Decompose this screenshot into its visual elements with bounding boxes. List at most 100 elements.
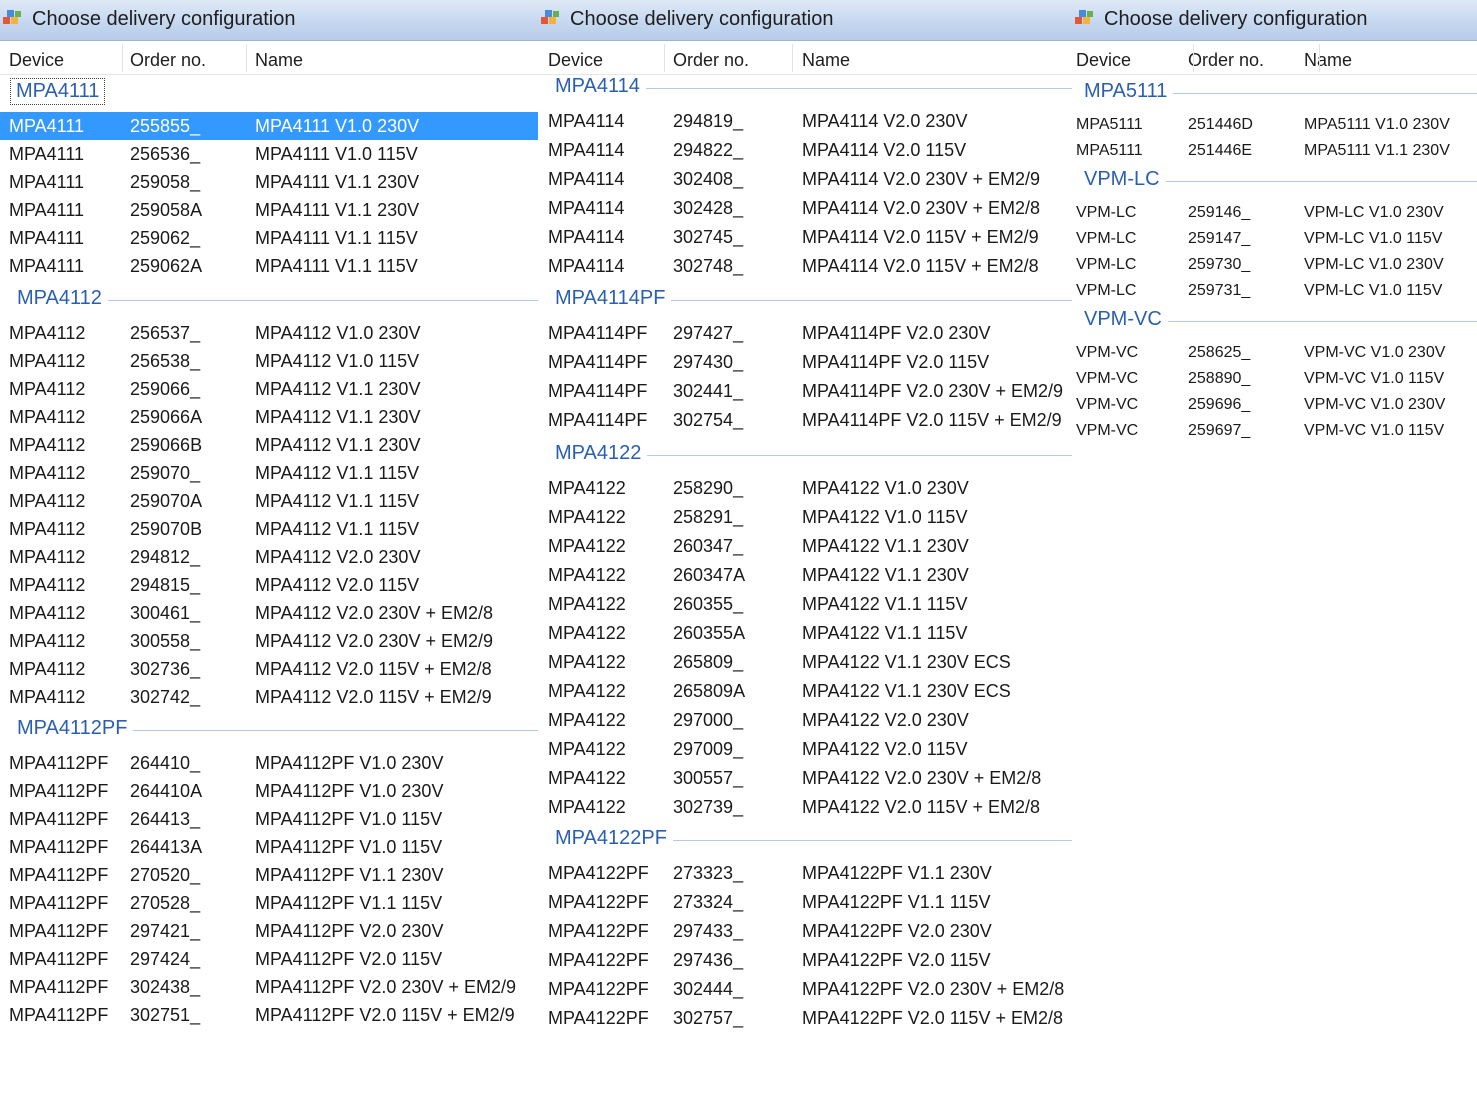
column-header-order-no[interactable]: Order no. bbox=[130, 50, 206, 71]
list-item[interactable]: MPA4114 302428_ MPA4114 V2.0 230V + EM2/8 bbox=[538, 194, 1072, 223]
list-item[interactable]: MPA4112PF 264410A MPA4112PF V1.0 230V bbox=[0, 777, 538, 805]
list-item[interactable]: VPM-VC 259696_ VPM-VC V1.0 230V bbox=[1072, 392, 1477, 418]
list-item[interactable]: MPA4111 256536_ MPA4111 V1.0 115V bbox=[0, 140, 538, 168]
list-item[interactable]: MPA4111 259058_ MPA4111 V1.1 230V bbox=[0, 168, 538, 196]
column-header-device[interactable]: Device bbox=[548, 50, 603, 71]
column-header-order-no[interactable]: Order no. bbox=[1188, 50, 1264, 71]
list-item[interactable]: MPA4111 259058A MPA4111 V1.1 230V bbox=[0, 196, 538, 224]
list-item[interactable]: MPA4122 297009_ MPA4122 V2.0 115V bbox=[538, 735, 1072, 764]
column-header-name[interactable]: Name bbox=[255, 50, 303, 71]
list-item[interactable]: MPA4112 259066_ MPA4112 V1.1 230V bbox=[0, 375, 538, 403]
list-item[interactable]: VPM-LC 259731_ VPM-LC V1.0 115V bbox=[1072, 278, 1477, 304]
list-item[interactable]: MPA4112PF 270520_ MPA4112PF V1.1 230V bbox=[0, 861, 538, 889]
group-header[interactable]: MPA4122 bbox=[538, 442, 1072, 468]
list-item[interactable]: MPA4112PF 302438_ MPA4112PF V2.0 230V + EM… bbox=[0, 973, 538, 1001]
list-item[interactable]: MPA5111 251446E MPA5111 V1.1 230V bbox=[1072, 138, 1477, 164]
list-item[interactable]: MPA4122PF 302444_ MPA4122PF V2.0 230V + EM… bbox=[538, 975, 1072, 1004]
list-item[interactable]: MPA4114 302745_ MPA4114 V2.0 115V + EM2/9 bbox=[538, 223, 1072, 252]
list-item[interactable]: MPA4112PF 264410_ MPA4112PF V1.0 230V bbox=[0, 749, 538, 777]
list-item[interactable]: VPM-VC 259697_ VPM-VC V1.0 115V bbox=[1072, 418, 1477, 444]
list-item[interactable]: MPA4112 300461_ MPA4112 V2.0 230V + EM2/8 bbox=[0, 599, 538, 627]
list-item[interactable]: MPA4112 300558_ MPA4112 V2.0 230V + EM2/9 bbox=[0, 627, 538, 655]
list-item[interactable]: MPA4112 259070_ MPA4112 V1.1 115V bbox=[0, 459, 538, 487]
list-item[interactable]: MPA5111 251446D MPA5111 V1.0 230V bbox=[1072, 112, 1477, 138]
list-item[interactable]: MPA4111 255855_ MPA4111 V1.0 230V bbox=[0, 112, 538, 140]
list-item[interactable]: VPM-VC 258625_ VPM-VC V1.0 230V bbox=[1072, 340, 1477, 366]
group-header[interactable]: MPA4111 bbox=[0, 78, 538, 106]
group-header[interactable]: MPA4112PF bbox=[0, 717, 538, 743]
list-item[interactable]: MPA4114 302748_ MPA4114 V2.0 115V + EM2/8 bbox=[538, 252, 1072, 281]
list-item[interactable]: MPA4112 256537_ MPA4112 V1.0 230V bbox=[0, 319, 538, 347]
list-item[interactable]: MPA4112 294815_ MPA4112 V2.0 115V bbox=[0, 571, 538, 599]
list-item[interactable]: VPM-LC 259147_ VPM-LC V1.0 115V bbox=[1072, 226, 1477, 252]
list-item[interactable]: MPA4112 259070A MPA4112 V1.1 115V bbox=[0, 487, 538, 515]
list-item[interactable]: MPA4122PF 302757_ MPA4122PF V2.0 115V + EM… bbox=[538, 1004, 1072, 1033]
group-header[interactable]: VPM-LC bbox=[1072, 168, 1477, 194]
group-header[interactable]: MPA4112 bbox=[0, 287, 538, 313]
list-item[interactable]: MPA4122 302739_ MPA4122 V2.0 115V + EM2/8 bbox=[538, 793, 1072, 822]
group-header[interactable]: MPA4122PF bbox=[538, 827, 1072, 853]
list-item[interactable]: MPA4122 258290_ MPA4122 V1.0 230V bbox=[538, 474, 1072, 503]
cell-device: MPA4122 bbox=[548, 594, 626, 614]
cell-device: MPA4122 bbox=[548, 710, 626, 730]
column-separator[interactable] bbox=[1193, 44, 1194, 72]
list-item[interactable]: MPA4114PF 302441_ MPA4114PF V2.0 230V + EM… bbox=[538, 377, 1072, 406]
list-item[interactable]: MPA4112 259066B MPA4112 V1.1 230V bbox=[0, 431, 538, 459]
list-item[interactable]: MPA4122 260355_ MPA4122 V1.1 115V bbox=[538, 590, 1072, 619]
list-item[interactable]: MPA4122 297000_ MPA4122 V2.0 230V bbox=[538, 706, 1072, 735]
title-bar[interactable]: Choose delivery configuration bbox=[1072, 0, 1477, 41]
list-item[interactable]: MPA4114PF 297430_ MPA4114PF V2.0 115V bbox=[538, 348, 1072, 377]
column-header-name[interactable]: Name bbox=[1304, 50, 1352, 71]
group-header[interactable]: VPM-VC bbox=[1072, 308, 1477, 334]
list-item[interactable]: MPA4112PF 270528_ MPA4112PF V1.1 115V bbox=[0, 889, 538, 917]
column-separator[interactable] bbox=[792, 44, 793, 72]
list-item[interactable]: MPA4114 294822_ MPA4114 V2.0 115V bbox=[538, 136, 1072, 165]
title-bar[interactable]: Choose delivery configuration bbox=[538, 0, 1072, 41]
list-item[interactable]: MPA4122PF 297433_ MPA4122PF V2.0 230V bbox=[538, 917, 1072, 946]
list-item[interactable]: MPA4112 302736_ MPA4112 V2.0 115V + EM2/8 bbox=[0, 655, 538, 683]
list-item[interactable]: MPA4112 294812_ MPA4112 V2.0 230V bbox=[0, 543, 538, 571]
column-separator[interactable] bbox=[1319, 44, 1320, 72]
list-item[interactable]: MPA4122 265809_ MPA4122 V1.1 230V ECS bbox=[538, 648, 1072, 677]
column-separator[interactable] bbox=[246, 44, 247, 72]
column-header-device[interactable]: Device bbox=[1076, 50, 1131, 71]
group-header[interactable]: MPA4114PF bbox=[538, 287, 1072, 313]
list-item[interactable]: MPA4112PF 302751_ MPA4112PF V2.0 115V + EM… bbox=[0, 1001, 538, 1029]
list-item[interactable]: MPA4112PF 264413A MPA4112PF V1.0 115V bbox=[0, 833, 538, 861]
group-header[interactable]: MPA5111 bbox=[1072, 80, 1477, 106]
column-header-name[interactable]: Name bbox=[802, 50, 850, 71]
column-separator[interactable] bbox=[664, 44, 665, 72]
list-item[interactable]: VPM-VC 258890_ VPM-VC V1.0 115V bbox=[1072, 366, 1477, 392]
list-item[interactable]: MPA4112 259070B MPA4112 V1.1 115V bbox=[0, 515, 538, 543]
list-item[interactable]: MPA4122 260355A MPA4122 V1.1 115V bbox=[538, 619, 1072, 648]
list-item[interactable]: MPA4112PF 297424_ MPA4112PF V2.0 115V bbox=[0, 945, 538, 973]
cell-device: MPA4111 bbox=[9, 256, 85, 276]
list-item[interactable]: VPM-LC 259730_ VPM-LC V1.0 230V bbox=[1072, 252, 1477, 278]
list-item[interactable]: MPA4122 265809A MPA4122 V1.1 230V ECS bbox=[538, 677, 1072, 706]
list-item[interactable]: MPA4122PF 297436_ MPA4122PF V2.0 115V bbox=[538, 946, 1072, 975]
list-item[interactable]: MPA4114 302408_ MPA4114 V2.0 230V + EM2/9 bbox=[538, 165, 1072, 194]
list-item[interactable]: MPA4112PF 297421_ MPA4112PF V2.0 230V bbox=[0, 917, 538, 945]
list-item[interactable]: MPA4112PF 264413_ MPA4112PF V1.0 115V bbox=[0, 805, 538, 833]
column-header-order-no[interactable]: Order no. bbox=[673, 50, 749, 71]
list-item[interactable]: MPA4122 260347A MPA4122 V1.1 230V bbox=[538, 561, 1072, 590]
list-item[interactable]: MPA4114PF 297427_ MPA4114PF V2.0 230V bbox=[538, 319, 1072, 348]
list-item[interactable]: MPA4122PF 273324_ MPA4122PF V1.1 115V bbox=[538, 888, 1072, 917]
list-item[interactable]: MPA4114PF 302754_ MPA4114PF V2.0 115V + EM… bbox=[538, 406, 1072, 435]
list-item[interactable]: MPA4122 260347_ MPA4122 V1.1 230V bbox=[538, 532, 1072, 561]
list-item[interactable]: MPA4112 259066A MPA4112 V1.1 230V bbox=[0, 403, 538, 431]
group-header[interactable]: MPA4114 bbox=[538, 75, 1072, 101]
title-bar[interactable]: Choose delivery configuration bbox=[0, 0, 538, 41]
list-item[interactable]: MPA4122PF 273323_ MPA4122PF V1.1 230V bbox=[538, 859, 1072, 888]
list-item[interactable]: MPA4111 259062_ MPA4111 V1.1 115V bbox=[0, 224, 538, 252]
column-header-device[interactable]: Device bbox=[9, 50, 64, 71]
list-item[interactable]: MPA4114 294819_ MPA4114 V2.0 230V bbox=[538, 107, 1072, 136]
cell-order-no: 297000_ bbox=[673, 710, 744, 730]
list-item[interactable]: MPA4111 259062A MPA4111 V1.1 115V bbox=[0, 252, 538, 280]
list-item[interactable]: MPA4112 302742_ MPA4112 V2.0 115V + EM2/9 bbox=[0, 683, 538, 711]
list-item[interactable]: MPA4112 256538_ MPA4112 V1.0 115V bbox=[0, 347, 538, 375]
list-item[interactable]: MPA4122 258291_ MPA4122 V1.0 115V bbox=[538, 503, 1072, 532]
column-separator[interactable] bbox=[122, 44, 123, 72]
list-item[interactable]: VPM-LC 259146_ VPM-LC V1.0 230V bbox=[1072, 200, 1477, 226]
list-item[interactable]: MPA4122 300557_ MPA4122 V2.0 230V + EM2/8 bbox=[538, 764, 1072, 793]
